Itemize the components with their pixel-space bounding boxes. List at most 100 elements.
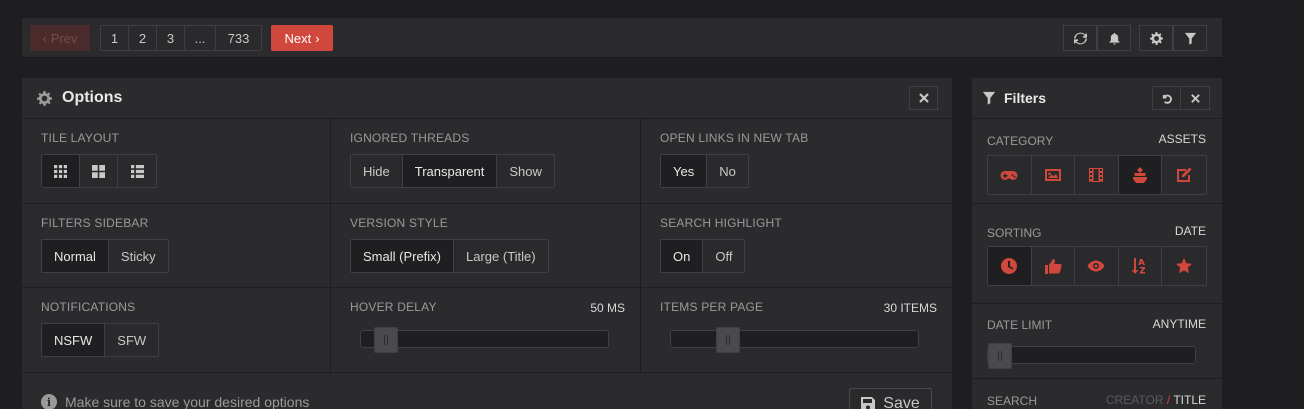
search-title-option[interactable]: TITLE [1173,393,1206,407]
tile-layout-small[interactable] [42,155,80,187]
film-icon [1089,168,1104,182]
category-images-button[interactable] [1031,156,1076,194]
items-per-page-handle[interactable] [716,327,740,353]
notifications-sfw-option[interactable]: SFW [105,324,159,356]
options-title: Options [62,89,123,106]
refresh-icon [1073,32,1087,44]
version-small-option[interactable]: Small (Prefix) [351,240,455,272]
search-mode-toggle[interactable]: CREATOR / TITLE [1106,393,1206,407]
hover-delay-value: 50 MS [590,301,625,315]
category-filter: CATEGORY ASSETS [972,119,1222,204]
filter-icon [1184,32,1196,45]
prev-button[interactable]: ‹ Prev [30,25,90,51]
ignored-threads-setting: IGNORED THREADS Hide Transparent Show [331,119,641,204]
grid-small-icon [54,164,67,178]
sidebar-sticky-option[interactable]: Sticky [108,240,168,272]
settings-button[interactable] [1139,25,1173,51]
filters-title: Filters [1004,90,1047,106]
version-large-option[interactable]: Large (Title) [454,240,548,272]
category-options [987,155,1207,195]
page-numbers: 1 2 3 ... 733 [100,25,262,51]
open-links-setting: OPEN LINKS IN NEW TAB Yes No [641,119,952,204]
filter-button[interactable] [1173,25,1207,51]
sort-rating-button[interactable] [1162,247,1206,285]
list-grid-icon [130,164,144,178]
gear-icon [1149,31,1163,45]
options-panel: Options TILE LAYOUT IGNORED THREADS Hide… [22,78,952,409]
notifications-options: NSFW SFW [41,323,160,357]
sort-date-button[interactable] [988,247,1032,285]
sidebar-normal-option[interactable]: Normal [42,240,109,272]
date-limit-value: ANYTIME [1152,317,1206,331]
date-limit-slider[interactable] [987,343,1196,369]
tile-layout-options [41,154,157,188]
hover-delay-slider[interactable] [360,327,609,353]
search-creator-option[interactable]: CREATOR [1106,393,1164,407]
sort-views-button[interactable] [1075,247,1119,285]
filters-header-buttons [1152,86,1210,110]
page-last-button[interactable]: 733 [216,26,261,50]
next-button[interactable]: Next › [271,25,333,51]
notifications-nsfw-option[interactable]: NSFW [42,324,106,356]
tile-layout-setting: TILE LAYOUT [22,119,331,204]
save-notice: i Make sure to save your desired options [41,394,309,409]
search-highlight-setting: SEARCH HIGHLIGHT On Off [641,204,952,288]
close-options-button[interactable] [909,86,938,110]
page-2-button[interactable]: 2 [129,26,157,50]
search-filter: SEARCH CREATOR / TITLE [987,393,1206,408]
notifications-button[interactable] [1097,25,1131,51]
date-limit-filter: DATE LIMIT ANYTIME [972,304,1222,379]
ignored-hide-option[interactable]: Hide [351,155,403,187]
highlight-on-option[interactable]: On [661,240,704,272]
close-filters-button[interactable] [1181,87,1209,109]
sort-alpha-icon [1131,258,1146,274]
open-links-yes-option[interactable]: Yes [661,155,708,187]
items-per-page-slider[interactable] [670,327,919,353]
grid-large-icon [92,164,105,178]
tile-layout-large[interactable] [80,155,118,187]
save-button[interactable]: Save [849,388,932,409]
sorting-options [987,246,1207,286]
filters-sidebar-options: Normal Sticky [41,239,169,273]
refresh-button[interactable] [1063,25,1097,51]
edit-icon [1177,167,1192,182]
page-ellipsis[interactable]: ... [185,26,216,50]
options-header: Options [22,78,952,119]
ignored-threads-options: Hide Transparent Show [350,154,555,188]
tile-layout-list[interactable] [118,155,156,187]
filters-header: Filters [972,78,1222,119]
undo-icon [1162,94,1172,104]
page-3-button[interactable]: 3 [157,26,185,50]
sorting-filter: SORTING DATE [972,204,1222,304]
category-assets-button[interactable] [1118,156,1163,194]
sort-likes-button[interactable] [1031,247,1076,285]
filters-sidebar-setting: FILTERS SIDEBAR Normal Sticky [22,204,331,288]
info-icon: i [41,394,57,409]
filters-panel: Filters CATEGORY ASSETS SORTING DATE DAT… [972,78,1222,409]
clock-icon [1001,258,1018,274]
page-1-button[interactable]: 1 [101,26,129,50]
category-writing-button[interactable] [1162,156,1206,194]
sort-alpha-button[interactable] [1118,247,1163,285]
date-limit-handle[interactable] [988,343,1012,369]
reset-filters-button[interactable] [1153,87,1181,109]
close-icon [918,93,929,103]
category-value: ASSETS [1158,132,1206,146]
assets-icon [1133,167,1148,183]
chevron-right-icon: › [315,30,320,46]
category-videos-button[interactable] [1075,156,1119,194]
bell-icon [1109,32,1119,45]
items-per-page-value: 30 ITEMS [883,301,937,315]
highlight-off-option[interactable]: Off [703,240,745,272]
ignored-show-option[interactable]: Show [497,155,554,187]
hover-delay-handle[interactable] [374,327,398,353]
image-icon [1044,169,1061,181]
pagination-bar: ‹ Prev 1 2 3 ... 733 Next › [22,18,1222,58]
category-games-button[interactable] [988,156,1032,194]
close-icon [1190,93,1200,103]
chevron-left-icon: ‹ [42,30,47,46]
open-links-no-option[interactable]: No [707,155,748,187]
hover-delay-setting: HOVER DELAY 50 MS [331,288,641,373]
ignored-transparent-option[interactable]: Transparent [402,155,498,187]
version-style-setting: VERSION STYLE Small (Prefix) Large (Titl… [331,204,641,288]
